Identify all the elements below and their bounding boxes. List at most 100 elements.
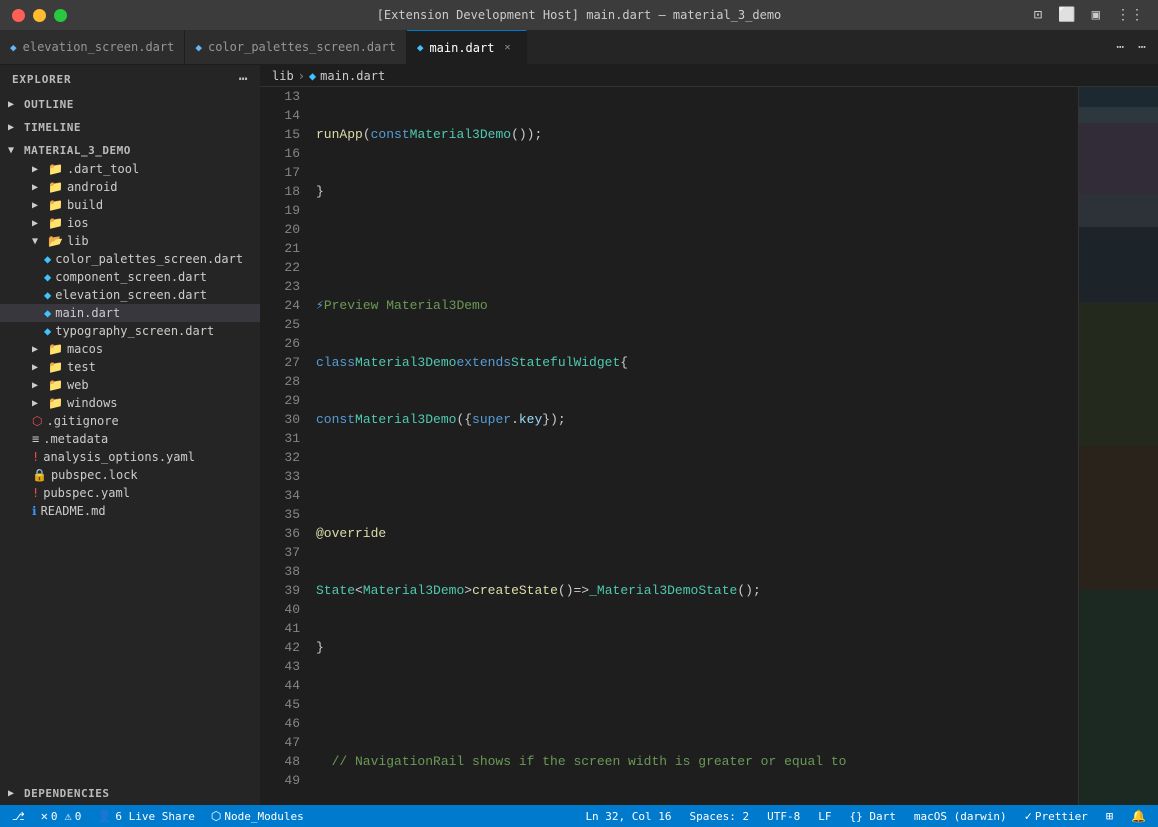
- sidebar-item-dependencies[interactable]: ▶ DEPENDENCIES: [0, 784, 260, 803]
- breadcrumb-lib[interactable]: lib: [272, 69, 294, 83]
- os-status[interactable]: macOS (darwin): [910, 810, 1011, 823]
- breadcrumb-file[interactable]: main.dart: [320, 69, 385, 83]
- bell-icon: 🔔: [1131, 809, 1146, 823]
- sidebar-item-metadata[interactable]: ≡ .metadata: [0, 430, 260, 448]
- minimize-button[interactable]: [33, 9, 46, 22]
- folder-icon: 📁: [48, 342, 63, 356]
- sidebar-item-project[interactable]: ▼ MATERIAL_3_DEMO: [0, 141, 260, 160]
- dependencies-section: ▶ DEPENDENCIES: [0, 782, 260, 805]
- split-editor-icon[interactable]: ⊡: [1030, 5, 1046, 25]
- node-modules-label: Node_Modules: [224, 810, 303, 823]
- notification-bell[interactable]: 🔔: [1127, 809, 1150, 823]
- chevron-right-icon: ▶: [32, 200, 44, 211]
- main-layout: Explorer ⋯ ▶ OUTLINE ▶ TIMELINE ▼ MATERI…: [0, 65, 1158, 805]
- split-right-icon[interactable]: ⋯: [1112, 38, 1128, 57]
- remote-status[interactable]: ⊞: [1102, 809, 1117, 823]
- sidebar-item-android[interactable]: ▶ 📁 android: [0, 178, 260, 196]
- tab-main[interactable]: ◆ main.dart ✕: [407, 30, 527, 64]
- minimap-slider[interactable]: [1079, 107, 1158, 227]
- file-label: pubspec.lock: [51, 468, 138, 482]
- language-label: {} Dart: [850, 810, 896, 823]
- eol-status[interactable]: LF: [814, 810, 835, 823]
- timeline-section: ▶ TIMELINE: [0, 116, 260, 139]
- toggle-sidebar-icon[interactable]: ▣: [1088, 5, 1104, 25]
- error-count: 0: [51, 810, 58, 823]
- minimap[interactable]: [1078, 87, 1158, 805]
- sidebar-item-windows[interactable]: ▶ 📁 windows: [0, 394, 260, 412]
- customize-layout-icon[interactable]: ⋮⋮: [1112, 5, 1148, 25]
- code-line-19: @override: [316, 524, 1070, 543]
- folder-icon: 📁: [48, 360, 63, 374]
- sidebar-item-dart-tool[interactable]: ▶ 📁 .dart_tool: [0, 160, 260, 178]
- node-modules-status[interactable]: ⬡ Node_Modules: [207, 809, 308, 823]
- tab-elevation[interactable]: ◆ elevation_screen.dart: [0, 30, 185, 64]
- tab-close-button[interactable]: ✕: [504, 42, 510, 53]
- chevron-right-icon: ▶: [8, 122, 20, 133]
- sidebar-item-main[interactable]: ◆ main.dart: [0, 304, 260, 322]
- project-section: ▼ MATERIAL_3_DEMO ▶ 📁 .dart_tool ▶ 📁 and…: [0, 139, 260, 522]
- folder-icon: 📁: [48, 378, 63, 392]
- prettier-label: Prettier: [1035, 810, 1088, 823]
- sidebar-item-lib[interactable]: ▼ 📂 lib: [0, 232, 260, 250]
- sidebar-item-pubspec-lock[interactable]: 🔒 pubspec.lock: [0, 466, 260, 484]
- outline-label: OUTLINE: [24, 98, 74, 111]
- sidebar-item-component[interactable]: ◆ component_screen.dart: [0, 268, 260, 286]
- close-button[interactable]: [12, 9, 25, 22]
- language-status[interactable]: {} Dart: [846, 810, 900, 823]
- sidebar: Explorer ⋯ ▶ OUTLINE ▶ TIMELINE ▼ MATERI…: [0, 65, 260, 805]
- file-label: typography_screen.dart: [55, 324, 214, 338]
- sidebar-item-analysis[interactable]: ! analysis_options.yaml: [0, 448, 260, 466]
- sidebar-item-outline[interactable]: ▶ OUTLINE: [0, 95, 260, 114]
- error-warning-status[interactable]: ✕ 0 ⚠ 0: [37, 809, 86, 823]
- sidebar-item-typography[interactable]: ◆ typography_screen.dart: [0, 322, 260, 340]
- line-numbers: 1314151617 1819202122 2324252627 2829303…: [260, 87, 308, 805]
- sidebar-item-pubspec-yaml[interactable]: ! pubspec.yaml: [0, 484, 260, 502]
- prettier-icon: ✓: [1025, 809, 1032, 823]
- file-label: build: [67, 198, 103, 212]
- more-actions-icon[interactable]: ⋯: [1134, 38, 1150, 57]
- indentation-label: Spaces: 2: [690, 810, 750, 823]
- maximize-button[interactable]: [54, 9, 67, 22]
- cursor-position-status[interactable]: Ln 32, Col 16: [581, 810, 675, 823]
- sidebar-item-web[interactable]: ▶ 📁 web: [0, 376, 260, 394]
- file-label: pubspec.yaml: [43, 486, 130, 500]
- file-label: .metadata: [43, 432, 108, 446]
- sidebar-item-ios[interactable]: ▶ 📁 ios: [0, 214, 260, 232]
- cursor-position-label: Ln 32, Col 16: [585, 810, 671, 823]
- indentation-status[interactable]: Spaces: 2: [686, 810, 754, 823]
- status-left: ⎇ ✕ 0 ⚠ 0 👤 6 Live Share ⬡ Node_Modules: [8, 809, 308, 823]
- sidebar-item-test[interactable]: ▶ 📁 test: [0, 358, 260, 376]
- code-editor[interactable]: 1314151617 1819202122 2324252627 2829303…: [260, 87, 1158, 805]
- git-branch-status[interactable]: ⎇: [8, 810, 29, 823]
- sidebar-header: Explorer ⋯: [0, 65, 260, 93]
- sidebar-item-build[interactable]: ▶ 📁 build: [0, 196, 260, 214]
- outline-section: ▶ OUTLINE: [0, 93, 260, 116]
- sidebar-item-elevation[interactable]: ◆ elevation_screen.dart: [0, 286, 260, 304]
- dart-icon: ◆: [44, 306, 51, 320]
- sidebar-item-timeline[interactable]: ▶ TIMELINE: [0, 118, 260, 137]
- chevron-right-icon: ▶: [8, 788, 20, 799]
- dependencies-label: DEPENDENCIES: [24, 787, 109, 800]
- chevron-right-icon: ▶: [32, 362, 44, 373]
- encoding-status[interactable]: UTF-8: [763, 810, 804, 823]
- sidebar-item-readme[interactable]: ℹ README.md: [0, 502, 260, 520]
- error-icon: ✕: [41, 809, 48, 823]
- status-bar: ⎇ ✕ 0 ⚠ 0 👤 6 Live Share ⬡ Node_Modules …: [0, 805, 1158, 827]
- file-label: main.dart: [55, 306, 120, 320]
- tab-color-palettes[interactable]: ◆ color_palettes_screen.dart: [185, 30, 406, 64]
- sidebar-item-macos[interactable]: ▶ 📁 macos: [0, 340, 260, 358]
- sidebar-more-icon[interactable]: ⋯: [239, 71, 248, 87]
- code-lines[interactable]: runApp(const Material3Demo()); } ⚡ Previ…: [308, 87, 1078, 805]
- live-share-status[interactable]: 👤 6 Live Share: [93, 809, 198, 823]
- sidebar-item-gitignore[interactable]: ⬡ .gitignore: [0, 412, 260, 430]
- project-label: MATERIAL_3_DEMO: [24, 144, 131, 157]
- code-line-18: [316, 467, 1070, 486]
- git-icon: ⬡: [32, 414, 42, 428]
- file-label: lib: [67, 234, 89, 248]
- info-icon: ℹ: [32, 504, 37, 518]
- dart-file-icon: ◆: [417, 41, 424, 54]
- sidebar-item-color-palettes[interactable]: ◆ color_palettes_screen.dart: [0, 250, 260, 268]
- prettier-status[interactable]: ✓ Prettier: [1021, 809, 1092, 823]
- toggle-panel-icon[interactable]: ⬜: [1054, 5, 1079, 25]
- file-label: web: [67, 378, 89, 392]
